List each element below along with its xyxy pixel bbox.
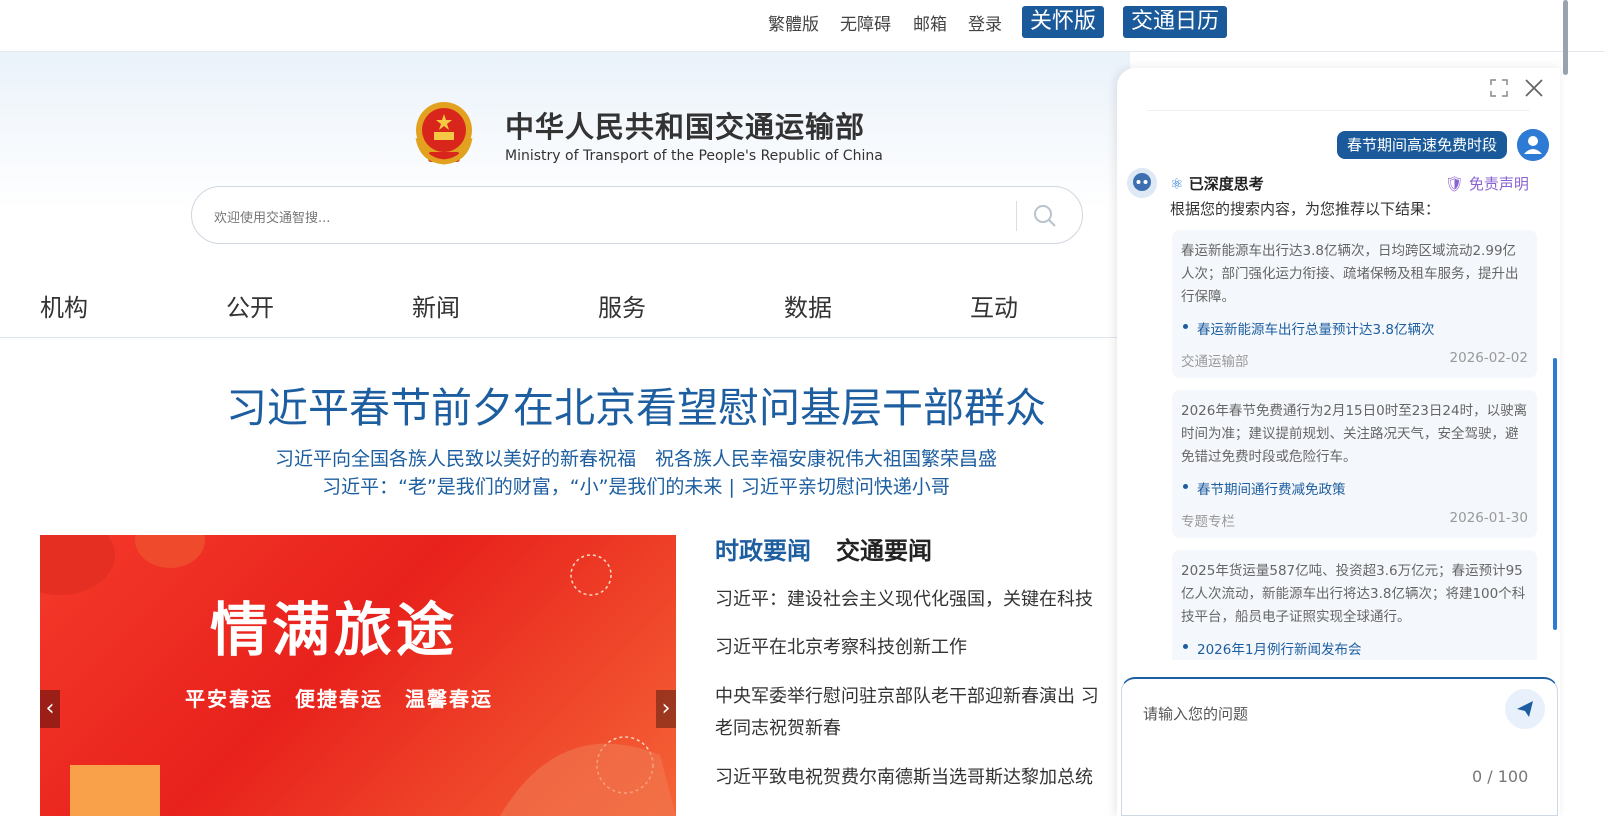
chat-header-divider (1147, 110, 1530, 111)
chat-scrollbar[interactable] (1553, 358, 1557, 630)
mailbox-link[interactable]: 邮箱 (913, 10, 947, 35)
tab-political-news[interactable]: 时政要闻 (715, 531, 811, 566)
care-mode-button[interactable]: 关怀版 (1022, 6, 1105, 38)
banner-prev-arrow-icon[interactable]: ‹ (40, 690, 60, 728)
national-emblem-icon (415, 102, 473, 165)
result-summary: 2025年货运量587亿吨、投资超3.6万亿元；春运预计95亿人次流动，新能源车… (1181, 563, 1526, 625)
nav-item-interaction[interactable]: 互动 (970, 288, 1018, 323)
result-summary: 2026年春节免费通行为2月15日0时至23日24时，以驶离时间为准；建议提前规… (1181, 403, 1528, 465)
site-header: 中华人民共和国交通运输部 Ministry of Transport of th… (0, 52, 1130, 338)
search-input[interactable]: 欢迎使用交通智搜... (214, 207, 330, 226)
news-item[interactable]: 中央军委举行慰问驻京部队老干部迎新春演出 习 (715, 681, 1115, 713)
user-avatar-icon (1517, 129, 1549, 161)
news-item-continuation[interactable]: 老同志祝贺新春 (715, 713, 1115, 745)
result-meta: 交通运输部 2026-02-02 (1181, 350, 1528, 370)
user-question-bubble: 春节期间高速免费时段 (1337, 131, 1508, 159)
result-date: 2026-01-30 (1449, 510, 1528, 526)
banner-main-text: 情满旅途 (210, 596, 459, 664)
headline-sub-link-1[interactable]: 习近平向全国各族人民致以美好的新春祝福 祝各族人民幸福安康祝伟大祖国繁荣昌盛 (0, 444, 1272, 471)
news-item[interactable]: 习近平致电祝贺费尔南德斯当选哥斯达黎加总统 (715, 762, 1115, 794)
result-meta: 专题专栏 2026-01-30 (1181, 510, 1528, 530)
result-card: 2025年货运量587亿吨、投资超3.6万亿元；春运预计95亿人次流动，新能源车… (1172, 550, 1537, 660)
result-link[interactable]: 2026年1月例行新闻发布会 (1181, 638, 1528, 658)
site-title: 中华人民共和国交通运输部 (505, 110, 866, 144)
banner-tagline: 平安春运 便捷春运 温馨春运 (185, 687, 493, 711)
banner-carousel[interactable]: 情满旅途 平安春运 便捷春运 温馨春运 ‹ › (40, 535, 676, 816)
search-icon[interactable] (1032, 203, 1058, 229)
search-divider (1016, 201, 1017, 231)
login-link[interactable]: 登录 (968, 10, 1002, 35)
deep-thinking-label: ⚛ 已深度思考 (1170, 173, 1264, 194)
question-input-box[interactable]: 请输入您的问题 0 / 100 (1121, 677, 1558, 816)
deep-thinking-text: 已深度思考 (1188, 175, 1264, 193)
char-counter: 0 / 100 (1472, 767, 1529, 786)
send-icon[interactable] (1505, 689, 1545, 729)
assistant-avatar-icon (1127, 168, 1157, 198)
result-link[interactable]: 春运新能源车出行总量预计达3.8亿辆次 (1181, 318, 1528, 338)
traditional-chinese-link[interactable]: 繁體版 (768, 10, 819, 35)
search-box[interactable]: 欢迎使用交通智搜... (191, 186, 1083, 244)
nav-item-data[interactable]: 数据 (784, 288, 832, 323)
result-card: 春运新能源车出行达3.8亿辆次，日均跨区域流动2.99亿人次；部门强化运力衔接、… (1172, 230, 1537, 378)
result-source: 专题专栏 (1181, 514, 1235, 530)
tab-transport-news[interactable]: 交通要闻 (836, 531, 932, 566)
ai-chat-panel: 春节期间高速免费时段 ⚛ 已深度思考 🛡 免责声明 根据您的搜索内容，为您推荐以… (1117, 68, 1560, 816)
atom-icon: ⚛ (1170, 175, 1184, 193)
nav-item-institutions[interactable]: 机构 (40, 288, 88, 323)
close-icon[interactable] (1523, 77, 1545, 99)
lantern-decoration-icon (40, 535, 676, 816)
result-date: 2026-02-02 (1449, 350, 1528, 366)
news-item[interactable]: 习近平在北京考察科技创新工作 (715, 632, 1115, 664)
nav-item-news[interactable]: 新闻 (412, 288, 460, 323)
page-scrollbar[interactable] (1563, 0, 1568, 75)
results-list[interactable]: 春运新能源车出行达3.8亿辆次，日均跨区域流动2.99亿人次；部门强化运力衔接、… (1172, 230, 1537, 660)
nav-item-services[interactable]: 服务 (598, 288, 646, 323)
nav-item-public[interactable]: 公开 (226, 288, 274, 323)
accessibility-link[interactable]: 无障碍 (840, 10, 891, 35)
site-subtitle: Ministry of Transport of the People's Re… (505, 148, 883, 164)
result-card: 2026年春节免费通行为2月15日0时至23日24时，以驶离时间为准；建议提前规… (1172, 390, 1537, 538)
banner-next-arrow-icon[interactable]: › (656, 690, 676, 728)
transport-calendar-button[interactable]: 交通日历 (1123, 6, 1228, 38)
headline-title[interactable]: 习近平春节前夕在北京看望慰问基层干部群众 (0, 374, 1272, 434)
question-input[interactable]: 请输入您的问题 (1143, 703, 1248, 724)
result-link[interactable]: 春节期间通行费减免政策 (1181, 478, 1528, 498)
shield-check-icon: 🛡 (1445, 175, 1465, 193)
result-summary: 春运新能源车出行达3.8亿辆次，日均跨区域流动2.99亿人次；部门强化运力衔接、… (1181, 243, 1519, 305)
top-bar: 繁體版 无障碍 邮箱 登录 关怀版 交通日历 (0, 0, 1604, 52)
news-item[interactable]: 习近平：建设社会主义现代化强国，关键在科技 (715, 584, 1115, 616)
headline-sub-link-2[interactable]: 习近平：“老”是我们的财富，“小”是我们的未来 | 习近平亲切慰问快递小哥 (0, 472, 1272, 499)
expand-icon[interactable] (1489, 78, 1509, 98)
disclaimer-link[interactable]: 🛡 免责声明 (1445, 173, 1529, 194)
result-source: 交通运输部 (1181, 354, 1249, 370)
nav-divider (0, 337, 1130, 338)
assistant-intro-text: 根据您的搜索内容，为您推荐以下结果： (1170, 200, 1441, 218)
disclaimer-text: 免责声明 (1468, 175, 1529, 193)
